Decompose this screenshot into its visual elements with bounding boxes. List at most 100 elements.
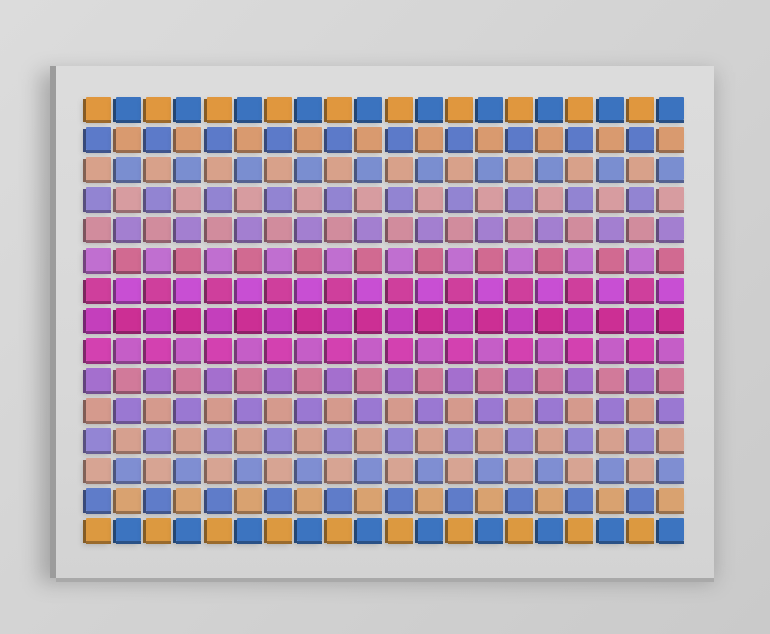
color-tile [598, 277, 624, 301]
color-tile [417, 398, 443, 421]
color-tile [477, 217, 503, 241]
color-tile [598, 307, 624, 331]
color-tile [236, 127, 262, 151]
color-tile [477, 488, 503, 512]
color-tile [538, 458, 564, 482]
color-tile [598, 398, 624, 421]
color-tile [568, 187, 594, 211]
color-tile [417, 187, 443, 211]
color-tile [86, 458, 111, 482]
color-tile [477, 518, 503, 542]
color-tile [538, 398, 564, 421]
color-tile [206, 398, 232, 421]
color-tile [297, 458, 323, 482]
color-tile [628, 518, 654, 542]
color-tile [327, 367, 353, 391]
color-tile [538, 488, 564, 512]
color-tile [357, 217, 383, 241]
color-tile [176, 488, 202, 512]
color-tile [236, 518, 262, 542]
color-tile [417, 247, 443, 271]
color-tile [477, 428, 503, 452]
color-tile [568, 277, 594, 301]
color-tile [447, 157, 473, 181]
color-tile [598, 428, 624, 452]
color-tile [146, 518, 172, 542]
color-tile [116, 217, 142, 241]
color-tile [417, 307, 443, 331]
color-tile [297, 428, 323, 452]
color-tile [568, 307, 594, 331]
color-tile [236, 307, 262, 331]
color-tile [86, 277, 111, 301]
color-tile [568, 247, 594, 271]
color-tile [477, 398, 503, 421]
color-tile [538, 127, 564, 151]
color-tile [176, 247, 202, 271]
color-tile [598, 367, 624, 391]
color-tile [387, 307, 413, 331]
color-tile [357, 398, 383, 421]
color-tile [236, 458, 262, 482]
color-tile [357, 488, 383, 512]
color-tile [146, 127, 172, 151]
color-tile [568, 518, 594, 542]
color-tile [447, 398, 473, 421]
color-tile [266, 518, 292, 542]
color-tile [628, 277, 654, 301]
color-tile [146, 428, 172, 452]
color-tile [357, 428, 383, 452]
color-tile [146, 367, 172, 391]
color-tile [146, 337, 172, 361]
color-tile [86, 488, 111, 512]
color-tile [508, 337, 534, 361]
color-tile [538, 518, 564, 542]
color-tile [86, 217, 111, 241]
color-tile [327, 157, 353, 181]
color-tile [598, 247, 624, 271]
color-tile [176, 307, 202, 331]
color-tile [146, 247, 172, 271]
color-tile [357, 97, 383, 120]
color-tile [538, 307, 564, 331]
color-tile [598, 458, 624, 482]
color-tile [297, 157, 323, 181]
color-tile [266, 398, 292, 421]
color-tile [417, 217, 443, 241]
color-tile [176, 127, 202, 151]
color-tile [236, 428, 262, 452]
color-tile [598, 488, 624, 512]
color-tile [146, 488, 172, 512]
color-tile [477, 367, 503, 391]
color-tile [417, 97, 443, 120]
color-tile [447, 337, 473, 361]
color-tile [236, 337, 262, 361]
color-tile [658, 307, 684, 331]
color-tile [417, 157, 443, 181]
color-tile [508, 127, 534, 151]
color-tile [236, 367, 262, 391]
color-tile [86, 428, 111, 452]
color-tile [116, 398, 142, 421]
color-tile [658, 367, 684, 391]
color-tile [206, 127, 232, 151]
color-tile [266, 217, 292, 241]
color-tile [86, 157, 111, 181]
color-tile [628, 217, 654, 241]
color-tile [327, 277, 353, 301]
tile-grid [56, 66, 714, 578]
color-tile [628, 428, 654, 452]
color-tile [327, 217, 353, 241]
color-tile [658, 247, 684, 271]
color-tile [116, 127, 142, 151]
color-tile [387, 277, 413, 301]
color-tile [297, 127, 323, 151]
color-tile [387, 97, 413, 120]
color-tile [327, 458, 353, 482]
color-tile [447, 97, 473, 120]
color-tile [447, 277, 473, 301]
color-tile [508, 277, 534, 301]
color-tile [176, 217, 202, 241]
color-tile [598, 127, 624, 151]
color-tile [327, 398, 353, 421]
